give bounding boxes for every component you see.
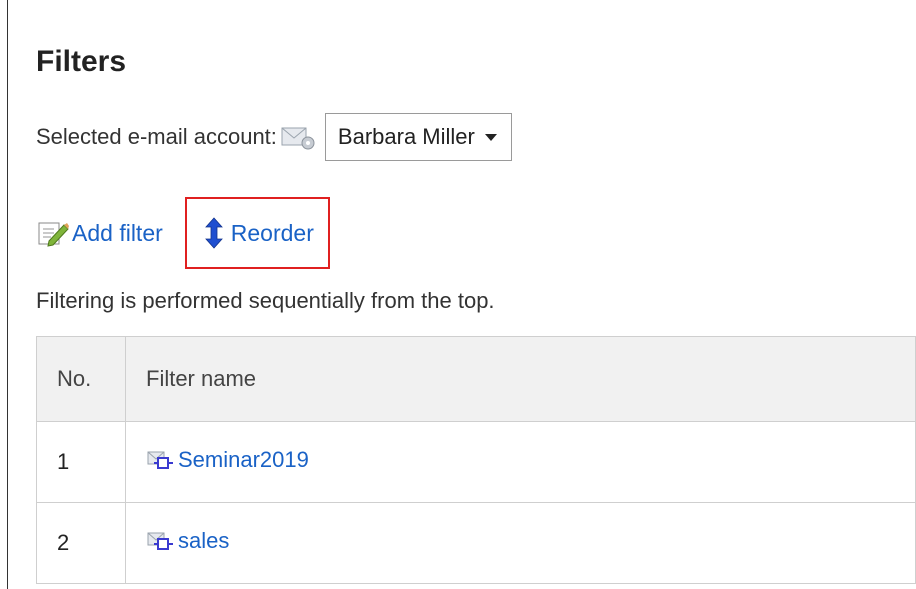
account-dropdown[interactable]: Barbara Miller bbox=[324, 113, 512, 161]
table-row: 2 sales bbox=[36, 502, 916, 584]
edit-note-icon bbox=[36, 219, 70, 247]
account-row: Selected e-mail account: Barbara Miller bbox=[36, 112, 512, 162]
row-number: 2 bbox=[36, 502, 126, 584]
filter-name-label: sales bbox=[178, 528, 230, 553]
column-header-filter-name: Filter name bbox=[125, 336, 916, 422]
filtering-note: Filtering is performed sequentially from… bbox=[36, 288, 495, 313]
reorder-label: Reorder bbox=[230, 219, 314, 246]
account-dropdown-value: Barbara Miller bbox=[337, 124, 475, 149]
filter-name-cell: sales bbox=[125, 502, 916, 584]
action-bar: Add filter Reorder bbox=[36, 196, 330, 270]
row-number: 1 bbox=[36, 421, 126, 503]
reorder-link[interactable]: Reorder bbox=[201, 217, 314, 249]
account-label: Selected e-mail account: bbox=[36, 124, 277, 149]
table-row: 1 Seminar2019 bbox=[36, 421, 916, 503]
filter-name-cell: Seminar2019 bbox=[125, 421, 916, 503]
table-header-row: No. Filter name bbox=[36, 336, 916, 422]
chevron-down-icon bbox=[484, 133, 497, 141]
filter-link[interactable]: sales bbox=[146, 528, 229, 554]
filter-link[interactable]: Seminar2019 bbox=[146, 447, 309, 473]
page-title: Filters bbox=[36, 45, 127, 78]
up-down-arrow-icon bbox=[201, 217, 227, 249]
filter-name-label: Seminar2019 bbox=[178, 447, 309, 472]
add-filter-label: Add filter bbox=[72, 219, 163, 246]
filters-table: No. Filter name 1 Seminar2019 2 sales bbox=[36, 336, 916, 584]
reorder-highlight: Reorder bbox=[184, 197, 330, 269]
add-filter-link[interactable]: Add filter bbox=[36, 219, 163, 247]
column-header-no: No. bbox=[36, 336, 126, 422]
mail-filter-icon bbox=[146, 449, 176, 471]
mail-filter-icon bbox=[146, 530, 176, 552]
mail-settings-icon bbox=[279, 123, 319, 151]
